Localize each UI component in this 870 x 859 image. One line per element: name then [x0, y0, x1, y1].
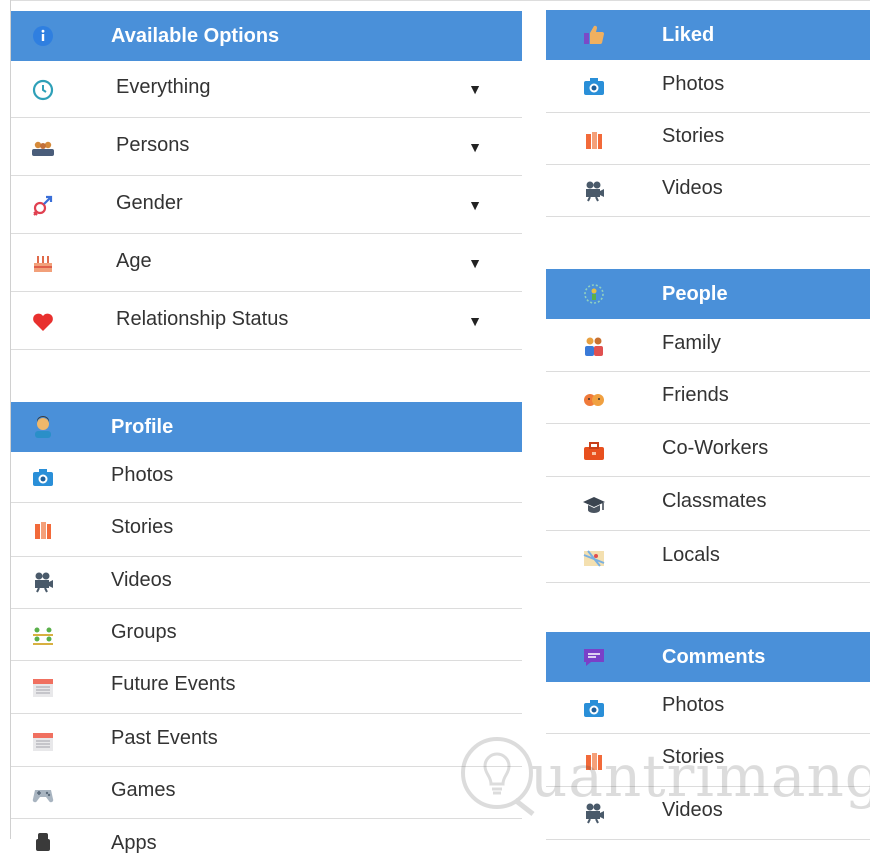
- profile-item-videos-label: Videos: [111, 569, 172, 591]
- camera-icon: [582, 698, 606, 720]
- dropdown-caret-icon[interactable]: ▼: [468, 255, 482, 271]
- people-item-locals[interactable]: Locals: [546, 531, 870, 583]
- profile-item-videos[interactable]: Videos: [11, 557, 522, 609]
- stories-icon: [31, 519, 55, 541]
- stories-icon: [582, 750, 606, 772]
- option-age-label: Age: [116, 250, 152, 272]
- people-item-classmates[interactable]: Classmates: [546, 477, 870, 531]
- option-gender[interactable]: Gender ▼: [11, 176, 522, 234]
- gamepad-icon: [31, 782, 55, 804]
- people-item-classmates-label: Classmates: [662, 490, 767, 512]
- top-border: [10, 0, 870, 1]
- comments-item-photos[interactable]: Photos: [546, 682, 870, 734]
- profile-item-apps[interactable]: Apps: [11, 819, 522, 859]
- profile-item-future-events-label: Future Events: [111, 673, 236, 695]
- dropdown-caret-icon[interactable]: ▼: [468, 197, 482, 213]
- graduation-cap-icon: [582, 494, 606, 516]
- people-item-family[interactable]: Family: [546, 319, 870, 372]
- liked-title: Liked: [662, 23, 715, 46]
- calendar-icon: [31, 676, 55, 698]
- profile-item-groups[interactable]: Groups: [11, 609, 522, 661]
- option-everything-label: Everything: [116, 76, 211, 98]
- profile-title: Profile: [111, 415, 174, 438]
- comments-title: Comments: [662, 645, 766, 668]
- gender-icon: [31, 195, 55, 217]
- comments-item-videos-label: Videos: [662, 799, 723, 821]
- profile-item-photos-label: Photos: [111, 464, 174, 486]
- option-persons-label: Persons: [116, 134, 190, 156]
- profile-item-apps-label: Apps: [111, 832, 157, 854]
- video-camera-icon: [31, 571, 55, 593]
- people-item-co-workers-label: Co-Workers: [662, 437, 769, 459]
- info-icon: [31, 25, 55, 47]
- thumbs-up-icon: [582, 24, 606, 46]
- option-age[interactable]: Age ▼: [11, 234, 522, 292]
- liked-panel: Liked Photos Stories Videos: [546, 10, 870, 217]
- profile-item-games-label: Games: [111, 779, 176, 801]
- people-panel: People Family Friends Co-Workers Classma…: [546, 269, 870, 583]
- liked-item-stories-label: Stories: [662, 125, 725, 147]
- heart-icon: [31, 311, 55, 333]
- groups-icon: [31, 624, 55, 646]
- calendar-icon: [31, 730, 55, 752]
- stories-icon: [582, 129, 606, 151]
- family-icon: [582, 335, 606, 357]
- option-persons[interactable]: Persons ▼: [11, 118, 522, 176]
- people-circle-icon: [582, 283, 606, 305]
- available-options-title: Available Options: [111, 24, 280, 47]
- liked-item-videos-label: Videos: [662, 177, 723, 199]
- comments-panel: Comments Photos Stories Videos: [546, 632, 870, 840]
- liked-item-videos[interactable]: Videos: [546, 165, 870, 217]
- clock-icon: [31, 79, 55, 101]
- option-gender-label: Gender: [116, 192, 183, 214]
- comments-item-stories[interactable]: Stories: [546, 734, 870, 787]
- people-title: People: [662, 282, 728, 305]
- comments-item-videos[interactable]: Videos: [546, 787, 870, 840]
- apps-icon: [31, 831, 55, 853]
- user-avatar-icon: [31, 416, 55, 438]
- profile-item-games[interactable]: Games: [11, 767, 522, 819]
- dropdown-caret-icon[interactable]: ▼: [468, 139, 482, 155]
- friends-icon: [582, 388, 606, 410]
- video-camera-icon: [582, 180, 606, 202]
- comments-item-stories-label: Stories: [662, 746, 725, 768]
- people-item-co-workers[interactable]: Co-Workers: [546, 424, 870, 477]
- people-item-locals-label: Locals: [662, 544, 720, 566]
- profile-item-groups-label: Groups: [111, 621, 177, 643]
- video-camera-icon: [582, 802, 606, 824]
- profile-item-stories[interactable]: Stories: [11, 503, 522, 557]
- option-everything[interactable]: Everything ▼: [11, 61, 522, 118]
- dropdown-caret-icon[interactable]: ▼: [468, 81, 482, 97]
- camera-icon: [31, 467, 55, 489]
- liked-header: Liked: [546, 10, 870, 60]
- liked-item-photos-label: Photos: [662, 73, 725, 95]
- people-header: People: [546, 269, 870, 319]
- birthday-cake-icon: [31, 252, 55, 274]
- comments-header: Comments: [546, 632, 870, 682]
- comment-bubble-icon: [582, 646, 606, 668]
- liked-item-photos[interactable]: Photos: [546, 60, 870, 113]
- profile-panel: Profile Photos Stories Videos Groups Fut…: [11, 402, 522, 859]
- people-item-family-label: Family: [662, 332, 721, 354]
- persons-icon: [31, 137, 55, 159]
- people-item-friends-label: Friends: [662, 384, 729, 406]
- option-relationship-status-label: Relationship Status: [116, 308, 289, 330]
- profile-item-future-events[interactable]: Future Events: [11, 661, 522, 714]
- people-item-friends[interactable]: Friends: [546, 372, 870, 424]
- briefcase-icon: [582, 440, 606, 462]
- comments-item-photos-label: Photos: [662, 694, 725, 716]
- camera-icon: [582, 76, 606, 98]
- profile-item-stories-label: Stories: [111, 516, 174, 538]
- available-options-panel: Available Options Everything ▼ Persons ▼…: [11, 11, 522, 350]
- dropdown-caret-icon[interactable]: ▼: [468, 313, 482, 329]
- profile-item-past-events-label: Past Events: [111, 727, 218, 749]
- option-relationship-status[interactable]: Relationship Status ▼: [11, 292, 522, 350]
- map-icon: [582, 547, 606, 569]
- profile-item-photos[interactable]: Photos: [11, 452, 522, 503]
- profile-item-past-events[interactable]: Past Events: [11, 714, 522, 767]
- liked-item-stories[interactable]: Stories: [546, 113, 870, 165]
- profile-header: Profile: [11, 402, 522, 452]
- available-options-header: Available Options: [11, 11, 522, 61]
